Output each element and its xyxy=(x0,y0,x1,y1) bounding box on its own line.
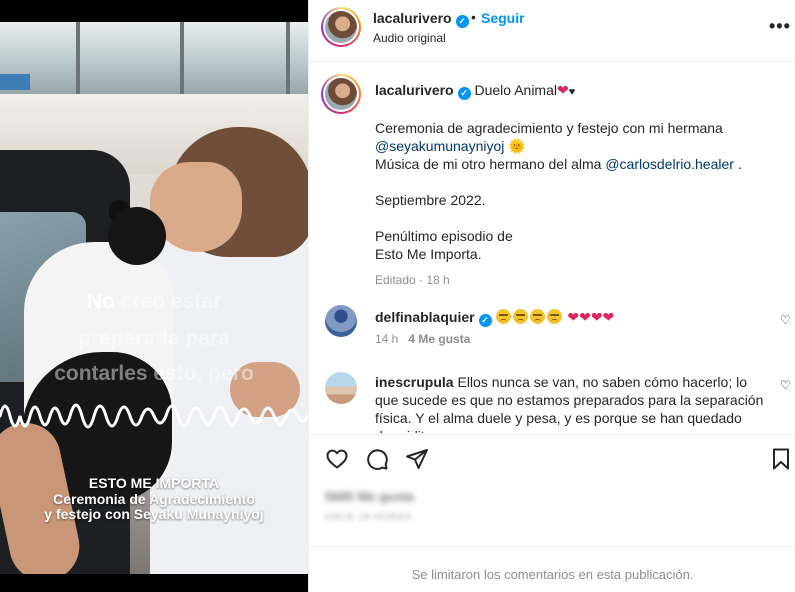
post-date: HACE 18 HORAS xyxy=(325,512,412,523)
verified-badge-icon: ✓ xyxy=(457,87,471,100)
avatar[interactable] xyxy=(321,7,361,47)
media-top-bar xyxy=(0,0,308,22)
comments-section[interactable]: lacalurivero ✓ Duelo Animal❤♥ Ceremonia d… xyxy=(309,63,795,433)
black-heart-icon: ♥ xyxy=(568,86,576,98)
caption-title: Duelo Animal xyxy=(474,82,558,98)
more-options-icon[interactable]: ••• xyxy=(769,16,791,37)
audio-link[interactable]: Audio original xyxy=(373,31,446,45)
caption-username[interactable]: lacalurivero xyxy=(375,82,454,98)
comment-avatar[interactable] xyxy=(325,372,357,404)
share-icon[interactable] xyxy=(405,447,429,471)
verified-badge-icon: ✓ xyxy=(478,314,492,327)
post-modal: No creo estar preparada para contarles e… xyxy=(0,0,795,592)
comment-avatar[interactable] xyxy=(325,305,357,337)
caption-meta: Editado · 18 h xyxy=(375,273,450,287)
post-panel: lacalurivero ✓ • Seguir Audio original ••… xyxy=(308,0,795,592)
comment-icon[interactable] xyxy=(365,447,389,471)
mention-link[interactable]: @carlosdelrio.healer xyxy=(605,156,734,172)
sad-face-icon xyxy=(513,309,529,324)
mention-link[interactable]: @seyakumunayniyoj xyxy=(375,138,504,154)
sad-emojis xyxy=(495,309,567,325)
sad-face-icon xyxy=(496,309,512,324)
video-caption: ESTO ME IMPORTA Ceremonia de Agradecimie… xyxy=(44,475,264,522)
post-caption: lacalurivero ✓ Duelo Animal❤♥ Ceremonia d… xyxy=(375,81,775,289)
action-bar: 5685 Me gusta HACE 18 HORAS xyxy=(309,434,795,546)
comment-likes[interactable]: 4 Me gusta xyxy=(408,332,470,346)
comment-username[interactable]: inescrupula xyxy=(375,374,454,390)
caption-avatar[interactable] xyxy=(321,74,361,114)
overlay-line-2: preparada para xyxy=(78,327,230,350)
like-comment-icon[interactable]: ♡ xyxy=(780,378,791,392)
overlay-line-1: No creo estar xyxy=(86,290,222,313)
reel-video[interactable]: No creo estar preparada para contarles e… xyxy=(0,0,308,592)
comments-limited-notice: Se limitaron los comentarios en esta pub… xyxy=(309,546,795,592)
bookmark-icon[interactable] xyxy=(769,447,793,471)
comment-time: 14 h xyxy=(375,332,399,346)
header-username[interactable]: lacalurivero ✓ xyxy=(373,10,469,28)
post-header: lacalurivero ✓ • Seguir Audio original ••… xyxy=(309,0,795,62)
red-heart-icon: ❤❤❤❤ xyxy=(567,309,615,325)
verified-badge-icon: ✓ xyxy=(455,15,469,28)
likes-count[interactable]: 5685 Me gusta xyxy=(325,489,414,504)
sad-face-icon xyxy=(547,309,563,324)
sad-face-icon xyxy=(530,309,546,324)
sun-emoji-icon: 🌞 xyxy=(508,138,526,154)
caption-date: Septiembre 2022. xyxy=(375,192,486,208)
follow-button[interactable]: Seguir xyxy=(481,10,525,26)
comment-username[interactable]: delfinablaquier xyxy=(375,309,475,325)
overlay-line-3: contarles esto, pero xyxy=(54,362,254,385)
audio-waveform xyxy=(0,403,308,429)
car-window-view xyxy=(0,22,308,94)
like-comment-icon[interactable]: ♡ xyxy=(780,313,791,327)
red-heart-icon: ❤ xyxy=(557,82,569,98)
heart-icon[interactable] xyxy=(325,447,349,471)
caption-line-1: Ceremonia de agradecimiento y festejo co… xyxy=(375,120,723,136)
